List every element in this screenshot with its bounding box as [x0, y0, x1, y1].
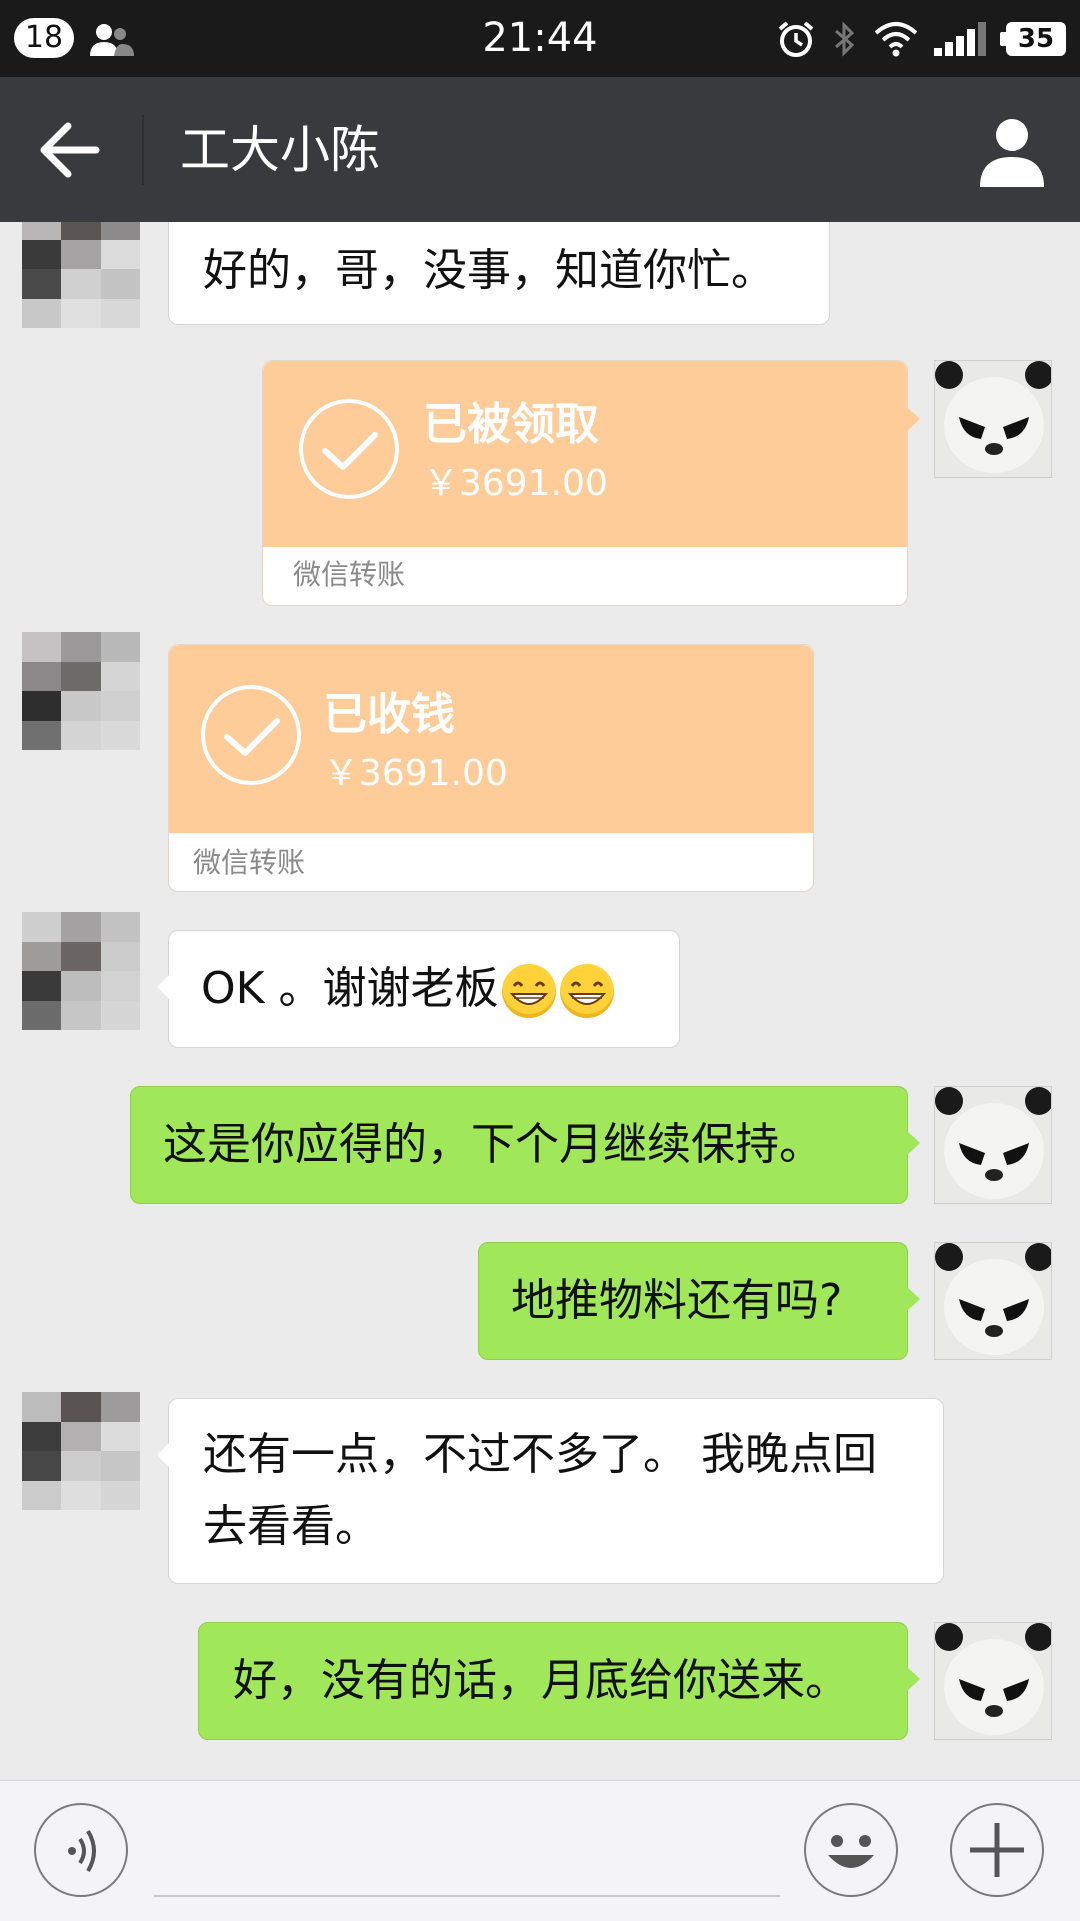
message-input[interactable] [154, 1895, 780, 1897]
contact-avatar[interactable] [22, 632, 140, 750]
my-avatar[interactable] [934, 360, 1052, 478]
panda-avatar-icon [935, 1623, 1051, 1735]
transfer-amount: ￥3691.00 [423, 463, 608, 504]
transfer-label: 微信转账 [193, 846, 306, 879]
wifi-icon [874, 22, 918, 57]
check-circle-icon [299, 399, 399, 499]
plus-icon [970, 1823, 1024, 1877]
message-bubble[interactable]: 还有一点，不过不多了。 我晚点回 去看看。 [157, 1398, 944, 1584]
grin-emoji-icon [502, 964, 557, 1018]
battery-indicator: 35 [1000, 22, 1066, 56]
message-text-line: 还有一点，不过不多了。 我晚点回 [203, 1429, 877, 1480]
panda-avatar-icon [935, 1243, 1051, 1355]
my-avatar[interactable] [934, 1622, 1052, 1740]
message-text-line: 去看看。 [203, 1501, 379, 1552]
my-avatar[interactable] [934, 1086, 1052, 1204]
title-divider [142, 115, 144, 185]
message-text: 地推物料还有吗? [511, 1275, 843, 1326]
voice-icon [68, 1829, 96, 1873]
contact-avatar[interactable] [22, 222, 140, 328]
panda-avatar-icon [935, 1087, 1051, 1199]
profile-icon[interactable] [974, 113, 1050, 189]
title-bar: 工大小陈 [0, 77, 1080, 222]
message-text: OK 。谢谢老板 [201, 963, 499, 1014]
alarm-icon [778, 21, 814, 57]
more-button[interactable] [950, 1803, 1044, 1897]
bluetooth-icon [835, 21, 855, 57]
emoji-icon [828, 1835, 874, 1868]
back-arrow-icon[interactable] [30, 113, 110, 187]
transfer-card[interactable]: 已被领取 ￥3691.00 微信转账 [262, 360, 920, 606]
transfer-label: 微信转账 [293, 558, 406, 591]
voice-button[interactable] [34, 1803, 128, 1897]
chat-title: 工大小陈 [180, 121, 380, 179]
transfer-status: 已被领取 [423, 399, 599, 450]
message-bubble[interactable]: 地推物料还有吗? [478, 1242, 920, 1360]
input-bar [0, 1780, 1080, 1921]
signal-icon [934, 22, 986, 56]
transfer-status: 已收钱 [323, 689, 455, 740]
transfer-amount: ￥3691.00 [323, 753, 508, 794]
grin-emoji-icon [560, 964, 615, 1018]
status-bar: 18 21:44 35 [0, 0, 1080, 77]
emoji-button[interactable] [804, 1803, 898, 1897]
chat-messages[interactable]: 好的，哥，没事，知道你忙。 已被领取 ￥3691.00 微信转账 已收钱 ￥36… [0, 222, 1080, 1780]
message-bubble[interactable]: 这是你应得的，下个月继续保持。 [130, 1086, 920, 1204]
my-avatar[interactable] [934, 1242, 1052, 1360]
message-bubble[interactable]: 好，没有的话，月底给你送来。 [198, 1622, 920, 1740]
contact-avatar[interactable] [22, 1392, 140, 1510]
message-text: 这是你应得的，下个月继续保持。 [163, 1119, 823, 1170]
panda-avatar-icon [935, 361, 1051, 473]
message-bubble[interactable]: OK 。谢谢老板 [157, 930, 680, 1048]
contact-avatar[interactable] [22, 912, 140, 1030]
check-circle-icon [201, 685, 301, 785]
message-text: 好的，哥，没事，知道你忙。 [203, 245, 775, 296]
message-text: 好，没有的话，月底给你送来。 [233, 1655, 849, 1706]
transfer-card[interactable]: 已收钱 ￥3691.00 微信转账 [168, 644, 814, 892]
message-bubble[interactable]: 好的，哥，没事，知道你忙。 [168, 222, 830, 325]
